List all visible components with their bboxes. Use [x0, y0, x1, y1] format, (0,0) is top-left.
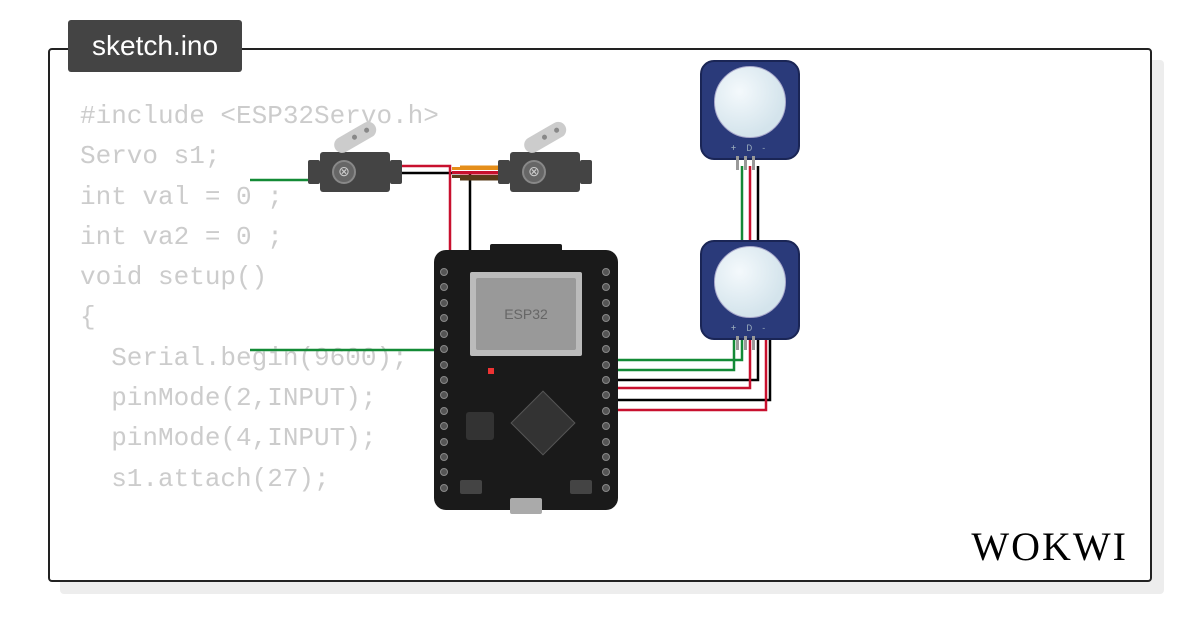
pin-header-right[interactable]: [602, 268, 612, 492]
esp32-board[interactable]: ESP32: [434, 250, 618, 510]
filename-tab[interactable]: sketch.ino: [68, 20, 242, 72]
servo-body: ⊗: [320, 152, 390, 192]
pin-header-left[interactable]: [440, 268, 450, 492]
antenna: [490, 244, 562, 258]
servo-cable: [452, 167, 498, 178]
rf-shield: ESP32: [470, 272, 582, 356]
servo-1[interactable]: ⊗: [320, 152, 390, 192]
pir-lens-icon: [714, 66, 786, 138]
boot-switch[interactable]: [466, 412, 494, 440]
pir-lens-icon: [714, 246, 786, 318]
pir-pin-label: + D -: [700, 324, 800, 334]
pir-pins: [736, 156, 755, 170]
servo-2[interactable]: ⊗: [510, 152, 580, 192]
wokwi-logo: WOKWI: [971, 523, 1128, 570]
micro-usb-port: [510, 498, 542, 514]
pir-sensor-2[interactable]: + D -: [700, 240, 800, 340]
boot-button[interactable]: [570, 480, 592, 494]
usb-uart-chip: [510, 390, 575, 455]
circuit-diagram[interactable]: ⊗ ⊗ ESP32: [250, 70, 970, 500]
power-led-icon: [488, 368, 494, 374]
pir-pin-label: + D -: [700, 144, 800, 154]
pir-pins: [736, 336, 755, 350]
chip-label: ESP32: [504, 306, 548, 322]
servo-body: ⊗: [510, 152, 580, 192]
pir-sensor-1[interactable]: + D -: [700, 60, 800, 160]
en-button[interactable]: [460, 480, 482, 494]
